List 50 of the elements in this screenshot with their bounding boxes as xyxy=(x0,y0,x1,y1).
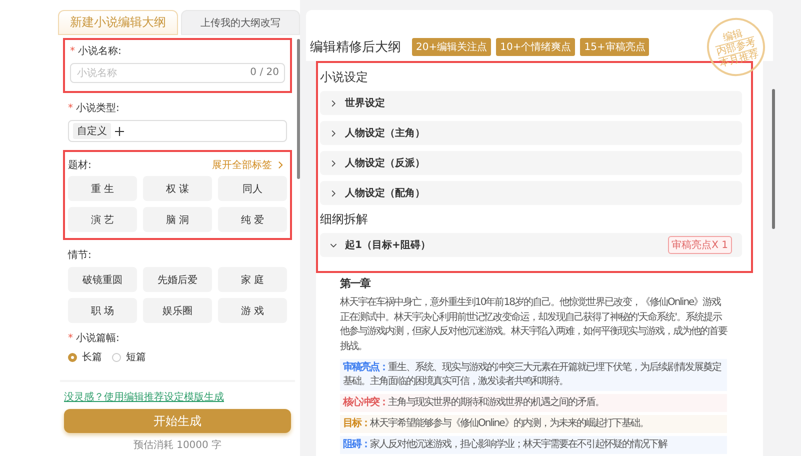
genre-chip[interactable]: 演 艺 xyxy=(68,207,137,232)
chapter-title: 第一章 xyxy=(340,276,372,291)
plot-chip[interactable]: 游 戏 xyxy=(218,298,287,323)
length-radio[interactable]: 短篇 xyxy=(112,350,146,364)
outline-title: 编辑精修后大纲 xyxy=(310,39,401,56)
field-label: 题材: xyxy=(68,158,92,172)
required-mark: * xyxy=(68,333,73,344)
field-label: * 小说类型: xyxy=(68,102,120,115)
plot-chip[interactable]: 破镜重圆 xyxy=(68,267,137,292)
genre-chip[interactable]: 权 谋 xyxy=(143,176,212,201)
plot-chip[interactable]: 娱乐圈 xyxy=(143,298,212,323)
feature-badge: 20+编辑关注点 xyxy=(412,38,492,56)
accordion-item[interactable]: 起1（目标+阻碍） 审稿亮点X 1 xyxy=(320,233,742,257)
chapter-summary: 林天宇在车祸中身亡，意外重生到10年前18岁的自己。他惊觉世界已改变，《修仙Online》游戏正在测试中。林天宇决心利用前世记忆改变命运，却发现自己获得了神秘的'天命系统'。系统提示他参与游戏内测，但家人反对他沉迷游戏。林天宇陷入两难，如何平衡现实与游戏，成为他的首要挑战。 xyxy=(340,296,727,354)
field-label: * 小说名称: xyxy=(70,44,122,58)
character-counter: 0 / 20 xyxy=(250,67,279,78)
review-tag: 审稿亮点X 1 xyxy=(668,236,732,254)
type-field[interactable]: 自定义 xyxy=(68,120,287,142)
cost-estimate: 预估消耗 10000 字 xyxy=(132,438,223,452)
scrollbar[interactable] xyxy=(297,39,300,179)
genre-chip[interactable]: 纯 爱 xyxy=(218,207,287,232)
accordion-item[interactable]: 人物设定（主角） xyxy=(320,121,742,145)
field-label: * 小说篇幅: xyxy=(68,332,120,345)
accordion-item[interactable]: 世界设定 xyxy=(320,91,742,115)
section-heading: 细纲拆解 xyxy=(320,211,369,228)
accordion-item[interactable]: 人物设定（配角） xyxy=(320,181,742,205)
required-mark: * xyxy=(70,46,75,57)
field-label: 情节: xyxy=(68,248,92,262)
plot-chip[interactable]: 先婚后爱 xyxy=(143,267,212,292)
plot-chip[interactable]: 职 场 xyxy=(68,298,137,323)
plot-chip[interactable]: 家 庭 xyxy=(218,267,287,292)
genre-chip[interactable]: 重 生 xyxy=(68,176,137,201)
scrollbar[interactable] xyxy=(772,89,775,229)
template-link[interactable]: 没灵感？使用编辑推荐设定模版生成 xyxy=(64,390,291,404)
required-mark: * xyxy=(68,103,73,114)
type-tag[interactable]: 自定义 xyxy=(73,123,111,139)
feature-badge: 15+审稿亮点 xyxy=(580,38,650,56)
feature-badge: 10+个情绪爽点 xyxy=(496,38,576,56)
genre-chip[interactable]: 同人 xyxy=(218,176,287,201)
note-paragraph: 审稿亮点：重生、系统、现实与游戏的冲突三大元素在开篇就已埋下伏笔，为后续剧情发展奠定基础。主角面临的困境真实可信，激发读者共鸣和期待。 xyxy=(340,359,727,391)
note-paragraph: 核心冲突：主角与现实世界的期待和游戏世界的机遇之间的矛盾。 xyxy=(340,394,727,412)
accordion-item[interactable]: 人物设定（反派） xyxy=(320,151,742,175)
chevron-right-icon[interactable] xyxy=(278,161,283,169)
note-paragraph: 目标：林天宇希望能够参与《修仙Online》的内测，为未来的崛起打下基础。 xyxy=(340,415,727,433)
plus-icon[interactable] xyxy=(115,126,124,136)
tab[interactable]: 上传我的大纲改写 xyxy=(180,10,300,35)
note-paragraph: 阻碍：家人反对他沉迷游戏，担心影响学业；林天宇需要在不引起怀疑的情况下解 xyxy=(340,436,727,454)
length-radio[interactable]: 长篇 xyxy=(68,350,102,364)
section-heading: 小说设定 xyxy=(320,69,369,86)
genre-chip[interactable]: 脑 洞 xyxy=(143,207,212,232)
